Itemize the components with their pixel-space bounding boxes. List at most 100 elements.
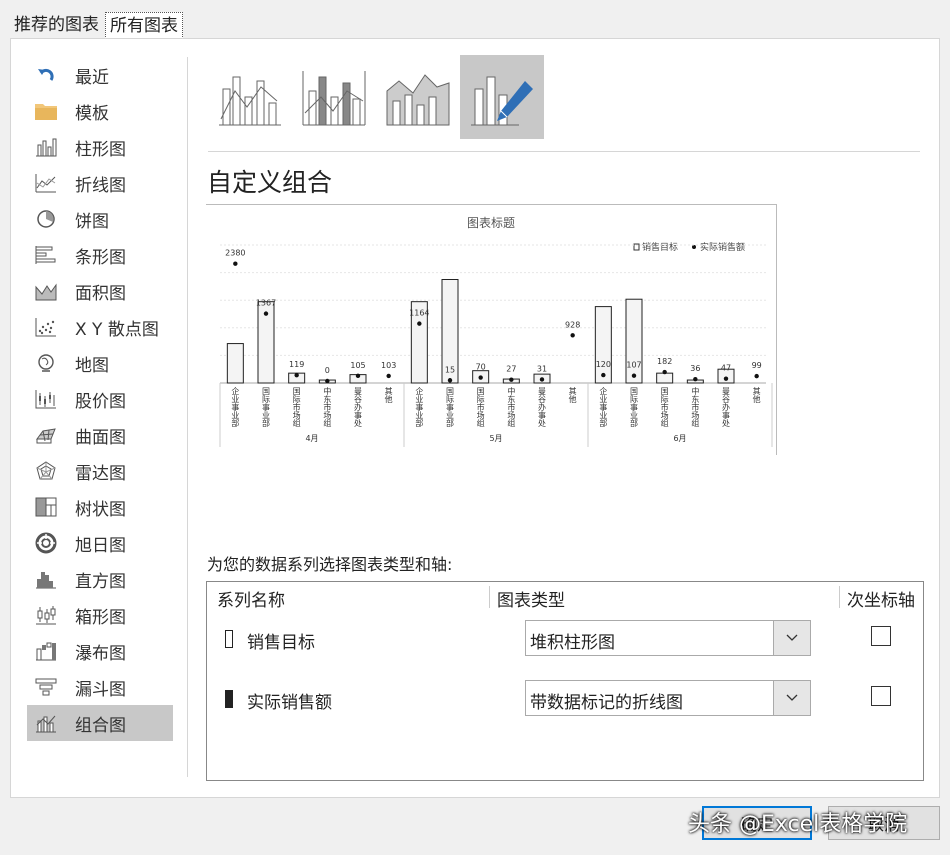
sidebar-item-bar[interactable]: 条形图 xyxy=(27,237,173,273)
chart-type-dropdown[interactable]: 堆积柱形图 xyxy=(525,620,811,656)
sidebar-item-label: 饼图 xyxy=(75,211,109,232)
sidebar-item-label: 柱形图 xyxy=(75,139,126,160)
header-chart-type: 图表类型 xyxy=(497,591,565,611)
series-name: 销售目标 xyxy=(247,633,315,653)
actual-sales-marker xyxy=(601,372,606,378)
data-label: 928 xyxy=(565,320,580,329)
area-chart-icon xyxy=(35,280,57,302)
group-label: 5月 xyxy=(489,434,502,443)
category-tick-label: 国际市场组 xyxy=(292,387,301,427)
sidebar-item-radar[interactable]: 雷达图 xyxy=(27,453,173,489)
sidebar-item-label: 漏斗图 xyxy=(75,679,126,700)
sales-target-bar xyxy=(625,298,643,384)
data-label: 1164 xyxy=(409,309,429,318)
data-label: 103 xyxy=(381,361,396,370)
sidebar-item-label: 折线图 xyxy=(75,175,126,196)
cancel-button[interactable]: 取消 xyxy=(828,806,940,840)
subtype-clustered-column-line[interactable] xyxy=(208,55,292,139)
sidebar-item-label: 直方图 xyxy=(75,571,126,592)
category-tick-label: 国际市场组 xyxy=(660,387,669,427)
sidebar-item-stock[interactable]: 股价图 xyxy=(27,381,173,417)
custom-combo-pencil-icon xyxy=(471,76,533,126)
data-label: 70 xyxy=(476,363,486,372)
actual-sales-marker xyxy=(386,373,391,379)
waterfall-icon xyxy=(35,640,57,662)
sidebar-item-area[interactable]: 面积图 xyxy=(27,273,173,309)
header-divider xyxy=(489,586,490,608)
chart-type-value: 带数据标记的折线图 xyxy=(530,693,683,713)
data-label: 47 xyxy=(721,364,731,373)
actual-sales-marker xyxy=(723,376,729,381)
actual-sales-marker xyxy=(570,333,575,338)
chevron-down-icon[interactable] xyxy=(773,681,810,715)
legend-label: 销售目标 xyxy=(642,241,678,253)
chart-preview: 图表标题 销售目标 实际销售额 2380 1367 119 0 105 103 1164 15 70 2… xyxy=(206,204,777,455)
sidebar-item-label: 曲面图 xyxy=(75,427,126,448)
sidebar-item-column[interactable]: 柱形图 xyxy=(27,129,173,165)
tab-recommended-charts[interactable]: 推荐的图表 xyxy=(10,12,103,38)
sidebar-item-sunburst[interactable]: 旭日图 xyxy=(27,525,173,561)
actual-sales-marker xyxy=(294,372,299,378)
data-label: 182 xyxy=(657,357,672,366)
sidebar-item-treemap[interactable]: 树状图 xyxy=(27,489,173,525)
subtype-custom-combination[interactable] xyxy=(460,55,544,139)
subtype-stacked-area-column[interactable] xyxy=(376,55,460,139)
chevron-down-icon[interactable] xyxy=(773,621,810,655)
sidebar-item-pie[interactable]: 饼图 xyxy=(27,201,173,237)
category-tick-label: 国际事业部 xyxy=(446,387,455,428)
folder-icon xyxy=(35,100,57,122)
sidebar-item-label: 模板 xyxy=(75,103,109,124)
sunburst-icon xyxy=(35,532,57,554)
category-tick-label: 企业事业部 xyxy=(599,386,608,428)
clustered-column-line-icon xyxy=(219,76,281,126)
ok-button[interactable]: 确定 xyxy=(702,806,812,840)
secondary-axis-checkbox[interactable] xyxy=(871,626,891,646)
category-tick-label: 中东市场组 xyxy=(507,386,516,427)
sidebar-item-surface[interactable]: 曲面图 xyxy=(27,417,173,453)
preview-chart-svg: 图表标题销售目标 实际销售额 2380 1367 119 0 105 103 1164 15 70 2… xyxy=(219,216,773,447)
sidebar-item-label: 最近 xyxy=(75,67,109,88)
sales-target-bar xyxy=(226,343,244,384)
sidebar-item-combo[interactable]: 组合图 xyxy=(27,705,173,741)
sidebar-item-label: 旭日图 xyxy=(75,535,126,556)
category-tick-label: 中东市场组 xyxy=(691,386,700,427)
sidebar-item-histogram[interactable]: 直方图 xyxy=(27,561,173,597)
sidebar-item-label: 面积图 xyxy=(75,283,126,304)
header-secondary-axis: 次坐标轴 xyxy=(847,591,915,611)
sidebar-item-label: 树状图 xyxy=(75,499,126,520)
line-chart-icon xyxy=(35,172,57,194)
column-line-secondary-axis-icon xyxy=(302,71,366,126)
data-label: 120 xyxy=(596,360,611,369)
series-table: 系列名称 图表类型 次坐标轴 销售目标 堆积柱形图 实际销售额 带数据标记的折线… xyxy=(206,581,924,781)
actual-sales-marker xyxy=(693,377,698,382)
tab-all-charts[interactable]: 所有图表 xyxy=(105,12,183,39)
actual-sales-marker xyxy=(662,369,667,375)
sidebar-item-waterfall[interactable]: 瀑布图 xyxy=(27,633,173,669)
category-tick-label: 其他 xyxy=(568,387,577,404)
series-swatch-icon xyxy=(225,690,233,708)
category-tick-label: 国际市场组 xyxy=(476,387,485,427)
data-label: 105 xyxy=(350,361,365,370)
category-tick-label: 其他 xyxy=(384,387,393,404)
sidebar-item-map[interactable]: 地图 xyxy=(27,345,173,381)
secondary-axis-checkbox[interactable] xyxy=(871,686,891,706)
surface-chart-icon xyxy=(35,424,57,446)
data-label: 1367 xyxy=(256,299,276,308)
category-tick-label: 国际事业部 xyxy=(262,387,271,428)
data-label: 119 xyxy=(289,360,304,369)
undo-arrow-icon xyxy=(35,64,57,86)
sidebar-item-funnel[interactable]: 漏斗图 xyxy=(27,669,173,705)
sidebar-item-box[interactable]: 箱形图 xyxy=(27,597,173,633)
sales-target-bar xyxy=(594,306,612,384)
data-label: 15 xyxy=(445,365,455,374)
sidebar-item-scatter[interactable]: X Y 散点图 xyxy=(27,309,173,345)
sidebar-item-label: 箱形图 xyxy=(75,607,126,628)
chart-category-sidebar: 最近 模板 柱形图 折线图 饼图 条形图 面积图 X Y 散点图 地图 股价图 … xyxy=(27,57,173,741)
chart-type-dropdown[interactable]: 带数据标记的折线图 xyxy=(525,680,811,716)
sidebar-item-recent[interactable]: 最近 xyxy=(27,57,173,93)
subtype-clustered-column-line-secondary[interactable] xyxy=(292,55,376,139)
sidebar-item-templates[interactable]: 模板 xyxy=(27,93,173,129)
chart-type-title: 自定义组合 xyxy=(207,168,333,197)
sidebar-item-line[interactable]: 折线图 xyxy=(27,165,173,201)
data-label: 99 xyxy=(752,361,762,370)
